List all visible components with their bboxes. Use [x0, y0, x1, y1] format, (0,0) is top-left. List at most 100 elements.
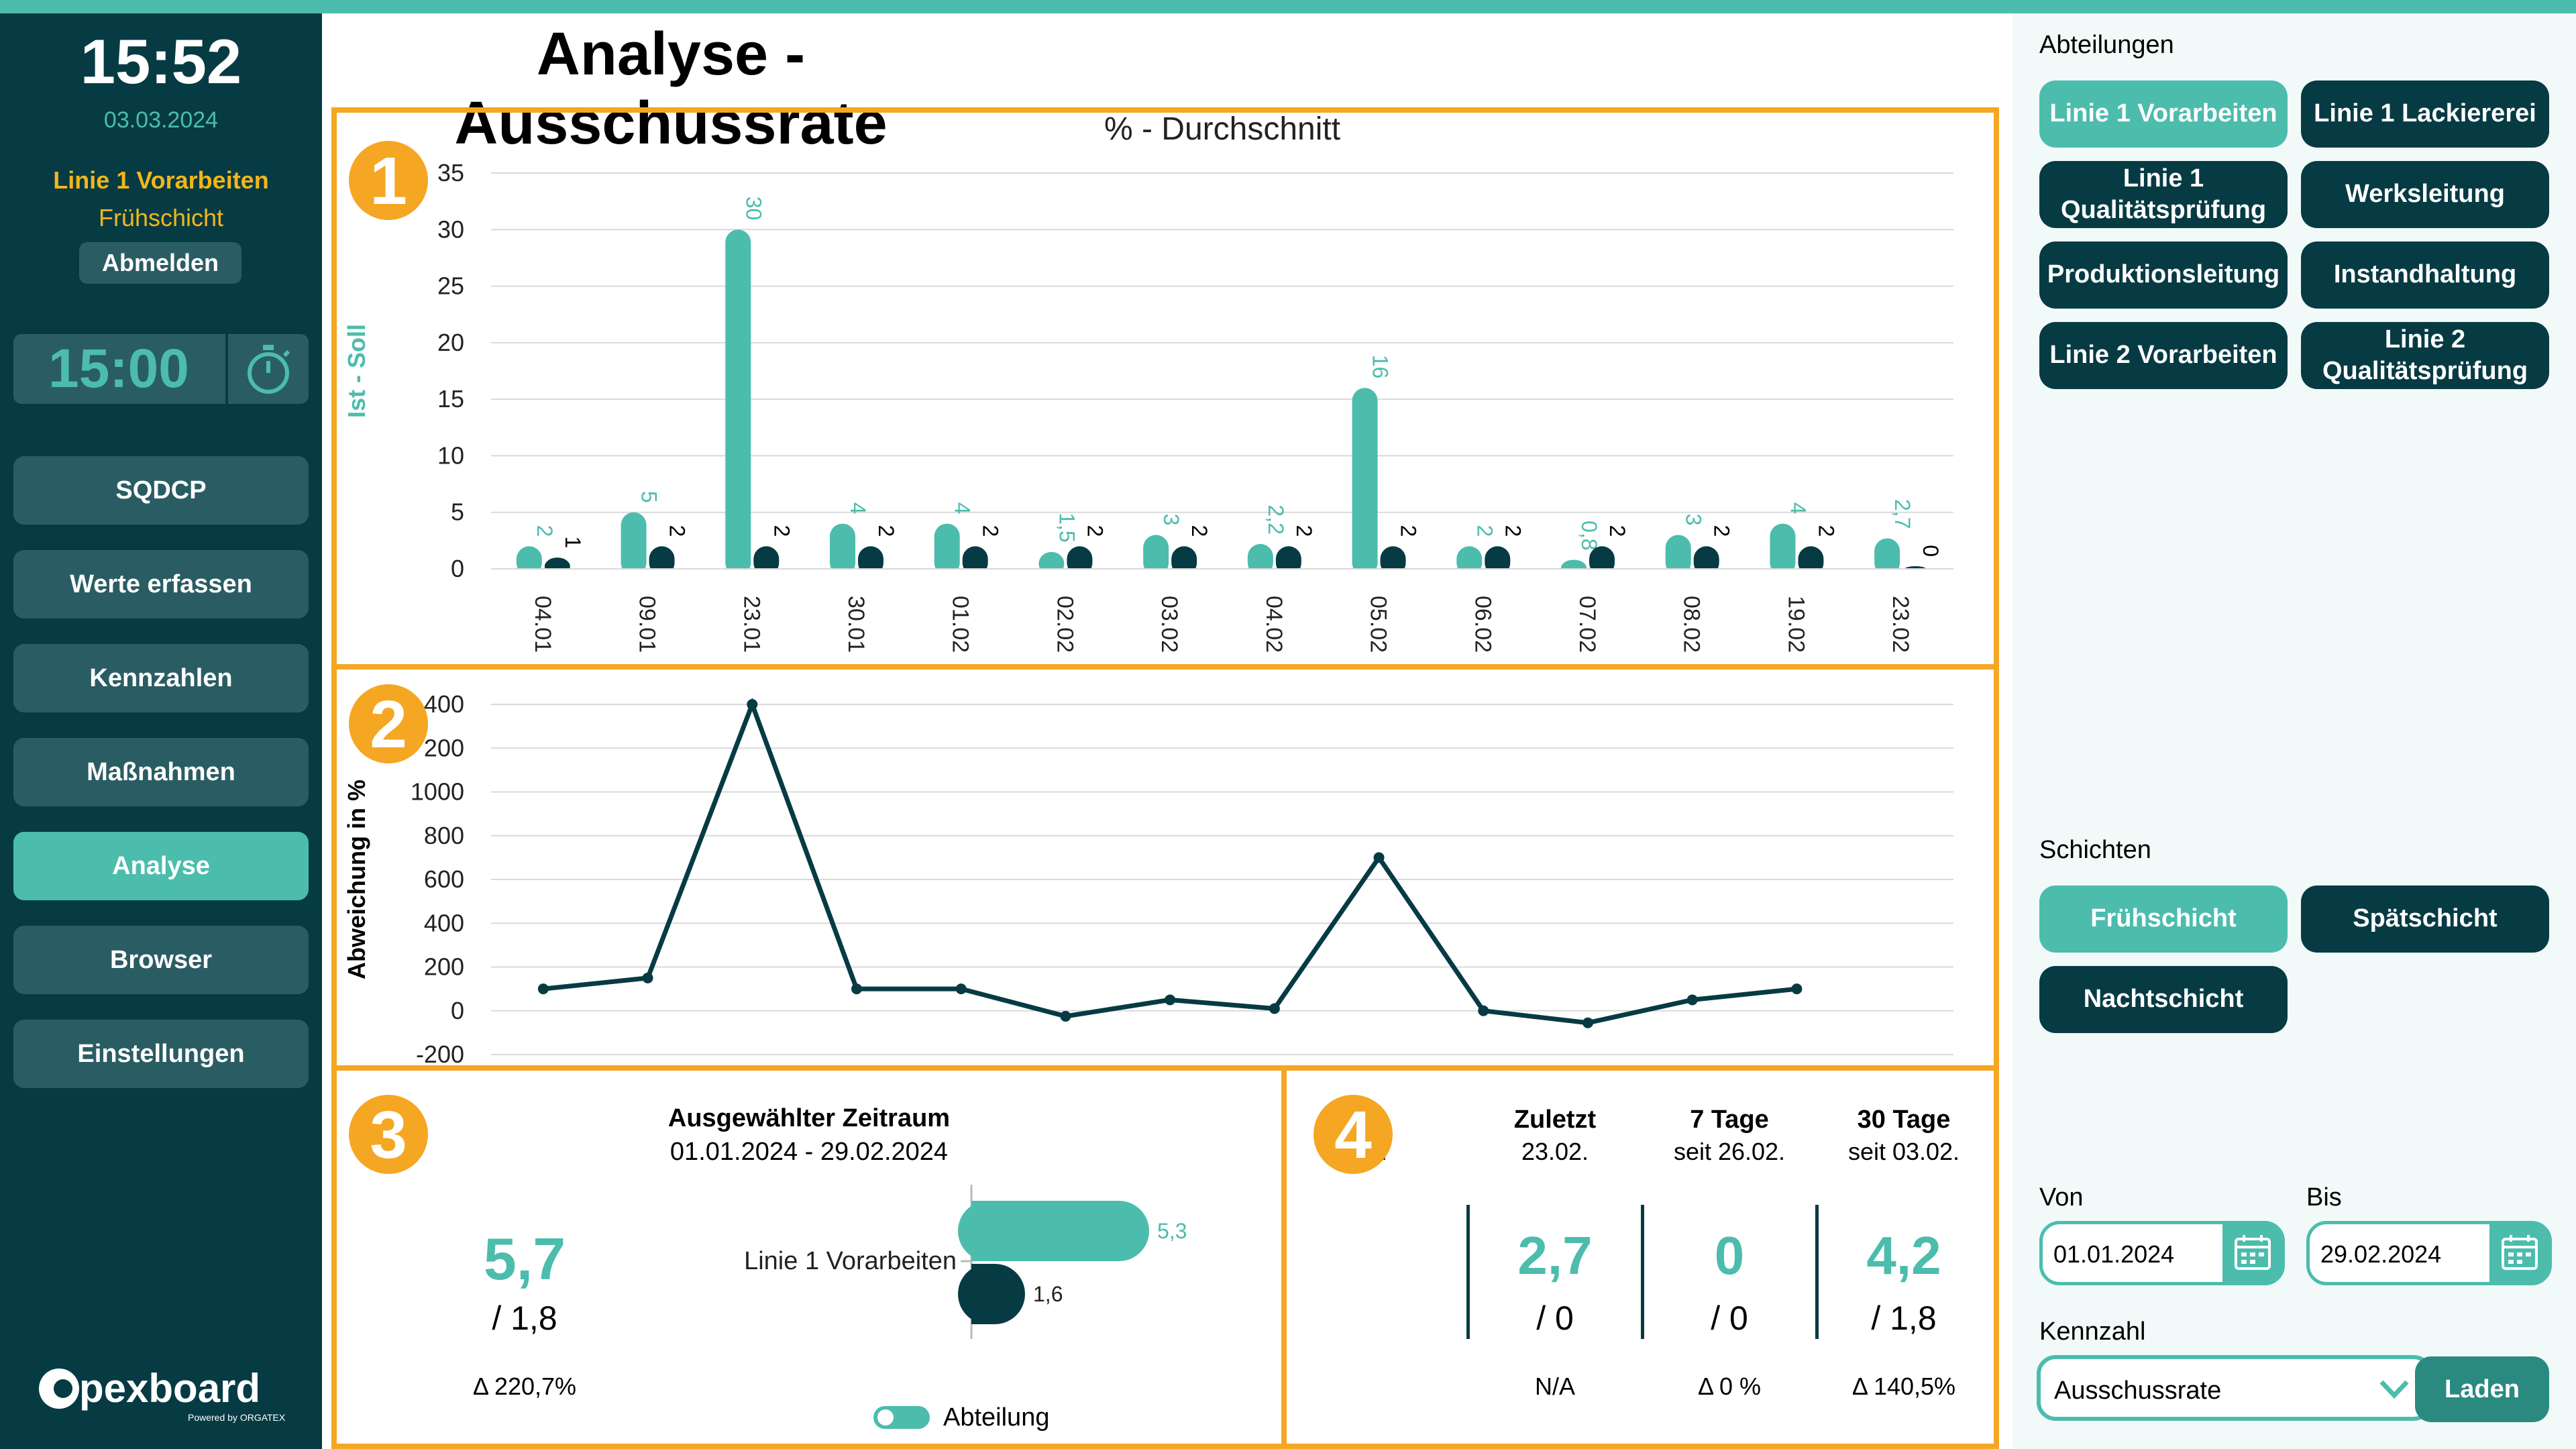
logout-button[interactable]: Abmelden: [79, 242, 241, 284]
data-label: 4: [1786, 502, 1810, 515]
to-date-field[interactable]: 29.02.2024: [2306, 1221, 2552, 1285]
data-point: [642, 972, 653, 983]
data-label: 2: [1083, 525, 1107, 537]
badge-4: 4: [1313, 1095, 1393, 1174]
data-point: [1269, 1003, 1280, 1014]
data-label: 2: [1710, 525, 1734, 537]
y-tick-label: 200: [424, 734, 464, 761]
data-label: 30: [741, 197, 765, 221]
dept-linie2-vorarbeiten[interactable]: Linie 2 Vorarbeiten: [2039, 322, 2288, 389]
x-tick-label: 07.02: [1574, 596, 1600, 653]
timer[interactable]: 15:00: [13, 334, 309, 404]
period-range: 01.01.2024 - 29.02.2024: [669, 1138, 949, 1166]
dept-werksleitung[interactable]: Werksleitung: [2301, 161, 2549, 228]
col-30days-value: 4,2: [1866, 1226, 1941, 1285]
dept-linie1-vorarbeiten[interactable]: Linie 1 Vorarbeiten: [2039, 80, 2288, 148]
timer-value: 15:00: [48, 338, 189, 399]
data-label: 4: [951, 502, 975, 515]
deviation-line: [543, 698, 1797, 1026]
to-date-value: 29.02.2024: [2320, 1240, 2442, 1268]
shift-nachtschicht[interactable]: Nachtschicht: [2039, 966, 2288, 1033]
nav-item-werte-erfassen[interactable]: Werte erfassen: [13, 550, 309, 619]
bar-actual: [621, 512, 647, 576]
data-label: 2: [1814, 525, 1838, 537]
x-tick-label: 05.02: [1366, 596, 1391, 653]
x-tick-label: 19.02: [1783, 596, 1809, 653]
department-bar-chart: Linie 1 Vorarbeiten 5,3 1,6: [744, 1185, 1187, 1339]
data-label: 2,2: [1264, 504, 1288, 534]
y-axis-label: Ist - Soll: [343, 324, 370, 418]
data-label: 2: [533, 525, 557, 537]
from-label: Von: [2039, 1183, 2084, 1212]
y-tick-label: 600: [424, 865, 464, 893]
data-label: 16: [1368, 355, 1393, 379]
baseline-mask: [491, 569, 1953, 577]
col-last-value: 2,7: [1517, 1226, 1593, 1285]
metric-label: Kennzahl: [2039, 1318, 2146, 1346]
y-tick-label: 25: [437, 272, 464, 300]
data-label: 2: [1187, 525, 1212, 537]
period-heading: Ausgewählter Zeitraum: [667, 1104, 951, 1132]
period-value: 5,7: [483, 1226, 566, 1292]
nav-item-sqdcp[interactable]: SQDCP: [13, 456, 309, 525]
top-accent-bar: [0, 0, 2576, 13]
dept-instandhaltung[interactable]: Instandhaltung: [2301, 241, 2549, 309]
panel-line-chart: Abweichung in % -200 0 200 400 600 800 1000 200 4…: [331, 664, 1999, 1071]
col-7days-sub: seit 26.02.: [1673, 1138, 1786, 1165]
calendar-icon[interactable]: [2222, 1223, 2283, 1283]
data-label: 1,6: [1033, 1282, 1063, 1306]
metric-select[interactable]: Ausschussrate: [2037, 1355, 2432, 1421]
load-button[interactable]: Laden: [2415, 1356, 2549, 1422]
dept-linie2-qualitaetspruefung[interactable]: Linie 2 Qualitätsprüfung: [2301, 322, 2549, 389]
x-tick-label: 09.01: [635, 596, 660, 653]
dept-linie1-lackiererei[interactable]: Linie 1 Lackiererei: [2301, 80, 2549, 148]
clock: 15:52: [80, 26, 242, 97]
dept-produktionsleitung[interactable]: Produktionsleitung: [2039, 241, 2288, 309]
bar-actual: [1352, 388, 1378, 576]
col-last-heading: Zuletzt: [1513, 1106, 1597, 1134]
data-point: [537, 983, 549, 995]
shift-spaetschicht[interactable]: Spätschicht: [2301, 885, 2549, 953]
column-divider: [1815, 1205, 1819, 1339]
y-tick-label: 15: [437, 385, 464, 413]
data-label: 1: [561, 536, 585, 548]
nav-item-kennzahlen[interactable]: Kennzahlen: [13, 644, 309, 712]
y-tick-label: 800: [424, 822, 464, 849]
y-tick-label: 1000: [411, 778, 464, 806]
nav-item-einstellungen[interactable]: Einstellungen: [13, 1020, 309, 1088]
bar-chart: % - DurchschnittIst - Soll05101520253035…: [343, 113, 1953, 653]
from-date-value: 01.01.2024: [2053, 1240, 2175, 1268]
col-7days-value: 0: [1714, 1226, 1745, 1285]
data-label: 2: [1605, 525, 1629, 537]
metric-select-value: Ausschussrate: [2054, 1377, 2222, 1405]
shift-fruehschicht[interactable]: Frühschicht: [2039, 885, 2288, 953]
col-last-sub: 23.02.: [1521, 1138, 1589, 1165]
calendar-icon[interactable]: [2489, 1223, 2550, 1283]
nav-item-browser[interactable]: Browser: [13, 926, 309, 994]
svg-text:pexboard: pexboard: [79, 1366, 260, 1411]
bar-actual: [1770, 523, 1796, 576]
departments-label: Abteilungen: [2039, 31, 2174, 59]
column-divider: [1641, 1205, 1644, 1339]
data-point: [747, 699, 758, 710]
x-tick-label: 04.02: [1261, 596, 1287, 653]
data-label: 2: [874, 525, 898, 537]
data-label: 3: [1682, 514, 1706, 526]
stopwatch-icon[interactable]: [235, 341, 302, 397]
department-toggle[interactable]: [873, 1406, 930, 1429]
badge-1: 1: [349, 141, 428, 220]
x-tick-label: 23.02: [1888, 596, 1913, 653]
to-label: Bis: [2306, 1183, 2342, 1212]
x-tick-label: 23.01: [739, 596, 764, 653]
period-delta: Δ 220,7%: [472, 1373, 577, 1400]
nav-item-massnahmen[interactable]: Maßnahmen: [13, 738, 309, 806]
x-tick-label: 06.02: [1470, 596, 1495, 653]
data-label: 4: [846, 502, 870, 515]
from-date-field[interactable]: 01.01.2024: [2039, 1221, 2285, 1285]
data-point: [1791, 983, 1803, 995]
col-last-delta: N/A: [1534, 1373, 1575, 1400]
x-tick-label: 02.02: [1052, 596, 1077, 653]
dept-linie1-qualitaetspruefung[interactable]: Linie 1 Qualitätsprüfung: [2039, 161, 2288, 228]
data-point: [955, 983, 967, 995]
nav-item-analyse[interactable]: Analyse: [13, 832, 309, 900]
